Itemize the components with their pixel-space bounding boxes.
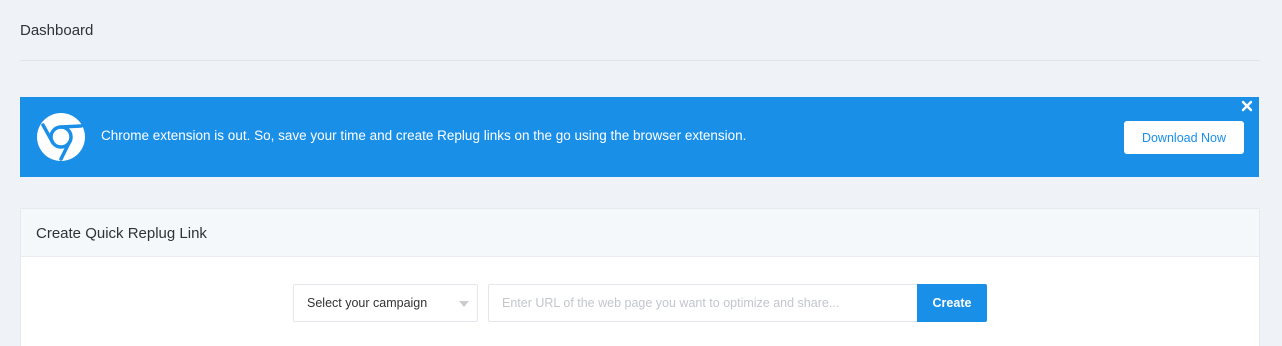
download-now-button[interactable]: Download Now [1124, 121, 1244, 154]
url-input[interactable] [488, 284, 918, 322]
campaign-select-value: Select your campaign [307, 296, 428, 310]
banner-message: Chrome extension is out. So, save your t… [101, 128, 747, 143]
page-header: Dashboard [20, 0, 1260, 61]
create-button[interactable]: Create [917, 284, 987, 322]
chrome-extension-banner: Chrome extension is out. So, save your t… [20, 97, 1259, 177]
caret-down-icon [459, 301, 469, 307]
dashboard-page: Dashboard Chrome extension is out. So, s… [0, 0, 1282, 346]
chrome-icon [37, 113, 85, 161]
close-icon[interactable] [1240, 99, 1254, 113]
page-title: Dashboard [20, 22, 94, 39]
quick-link-card: Create Quick Replug Link Select your cam… [20, 208, 1260, 346]
card-title: Create Quick Replug Link [36, 225, 207, 242]
campaign-select[interactable]: Select your campaign [293, 284, 478, 322]
card-header: Create Quick Replug Link [21, 209, 1259, 257]
